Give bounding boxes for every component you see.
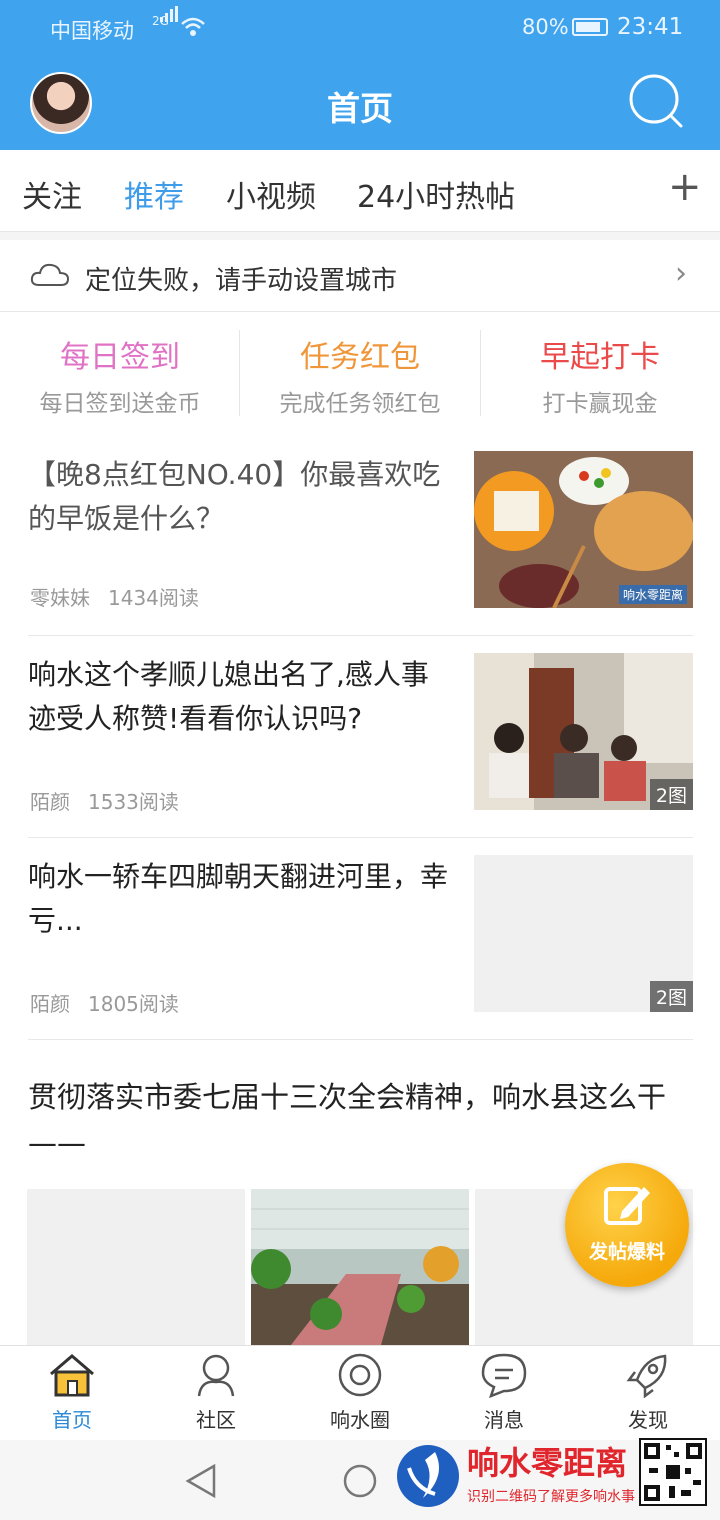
cloud-icon (30, 263, 70, 286)
post-title[interactable]: 贯彻落实市委七届十三次全会精神，响水县这么干—— (28, 1074, 693, 1166)
brand-watermark: 响水零距离 (618, 585, 687, 604)
battery-percent: 80% (522, 15, 569, 39)
post-author: 陌颜 (30, 790, 70, 814)
quick-action-subtitle: 每日签到送金币 (39, 391, 201, 417)
post-title: 响水这个孝顺儿媳出名了,感人事迹受人称赞!看看你认识吗? (28, 658, 429, 735)
image-count-badge: 2图 (649, 981, 693, 1012)
post-image (251, 1189, 469, 1345)
quick-action-subtitle: 打卡赢现金 (542, 391, 658, 417)
wifi-icon (181, 17, 205, 36)
nav-label: 消息 (484, 1408, 524, 1432)
page-title: 首页 (327, 89, 393, 128)
post-meta: 零妹妹 1434阅读 (30, 582, 199, 611)
tab-recommend[interactable]: 推荐 (124, 172, 184, 216)
tab-short-video[interactable]: 小视频 (226, 172, 316, 216)
tab-follow[interactable]: 关注 (22, 172, 82, 216)
nav-label: 首页 (52, 1408, 92, 1432)
watermark-subtitle: 识别二维码了解更多响水事 (467, 1489, 635, 1505)
post-meta: 陌颜 1805阅读 (30, 988, 179, 1017)
app-header: 首页 (0, 55, 720, 150)
bottom-nav: 首页 社区 响水圈 消息 发现 (0, 1345, 720, 1440)
home-icon (50, 1354, 94, 1397)
quick-action-title: 早起打卡 (540, 340, 660, 375)
feed-item[interactable]: 【晚8点红包NO.40】你最喜欢吃的早饭是什么？ 零妹妹 1434阅读 响水零距离 (28, 451, 693, 636)
post-title: 响水一轿车四脚朝天翻进河里，幸亏... (28, 860, 449, 937)
circle-icon (338, 1353, 382, 1397)
status-bar: 中国移动 2G 80% 23:41 (0, 0, 720, 55)
back-icon[interactable] (184, 1463, 218, 1499)
search-icon[interactable] (628, 73, 684, 129)
image-count-badge: 2图 (649, 779, 693, 810)
post-author: 陌颜 (30, 992, 70, 1016)
task-redpacket-button[interactable]: 任务红包 完成任务领红包 (240, 332, 480, 418)
clock: 23:41 (617, 14, 684, 40)
chevron-right-icon: › (675, 256, 687, 291)
rocket-icon (626, 1354, 667, 1399)
quick-action-title: 任务红包 (300, 340, 420, 375)
add-tab-button[interactable]: + (668, 164, 702, 210)
post-author: 零妹妹 (30, 586, 90, 610)
post-image-placeholder (27, 1189, 245, 1345)
divider (0, 232, 720, 240)
greenhouse-image (251, 1189, 469, 1345)
category-tabs: 关注 推荐 小视频 24小时热帖 + (0, 150, 720, 232)
post-reads: 1805阅读 (88, 992, 179, 1016)
quick-action-title: 每日签到 (60, 340, 180, 375)
quick-actions: 每日签到 每日签到送金币 任务红包 完成任务领红包 早起打卡 打卡赢现金 (0, 312, 720, 432)
nav-label: 发现 (628, 1408, 668, 1432)
post-meta: 陌颜 1533阅读 (30, 786, 179, 815)
app-screen: 中国移动 2G 80% 23:41 首页 关注 推荐 小视频 24小时热帖 + (0, 0, 720, 1520)
nav-home[interactable]: 首页 (12, 1352, 132, 1433)
feed-item[interactable]: 响水这个孝顺儿媳出名了,感人事迹受人称赞!看看你认识吗? 陌颜 1533阅读 2图 (28, 653, 693, 838)
nav-discover[interactable]: 发现 (588, 1352, 708, 1433)
battery-icon (572, 18, 608, 36)
brand-watermark-overlay: 响水零距离 识别二维码了解更多响水事 (395, 1436, 715, 1520)
post-title: 【晚8点红包NO.40】你最喜欢吃的早饭是什么？ (28, 458, 441, 535)
quick-action-subtitle: 完成任务领红包 (279, 391, 441, 417)
watermark-title: 响水零距离 (467, 1444, 628, 1482)
nav-messages[interactable]: 消息 (444, 1352, 564, 1433)
location-notice[interactable]: 定位失败，请手动设置城市 › (0, 240, 720, 312)
post-thumbnail-placeholder: 2图 (474, 855, 693, 1012)
post-reads: 1533阅读 (88, 790, 179, 814)
daily-checkin-button[interactable]: 每日签到 每日签到送金币 (0, 332, 240, 418)
fab-label: 发帖爆料 (588, 1241, 665, 1263)
community-icon (197, 1354, 235, 1397)
brand-logo-icon (397, 1445, 459, 1507)
home-button-icon[interactable] (342, 1463, 378, 1499)
early-checkin-button[interactable]: 早起打卡 打卡赢现金 (480, 332, 720, 418)
post-thumbnail: 响水零距离 (474, 451, 693, 608)
tab-24h-hot[interactable]: 24小时热帖 (357, 172, 515, 216)
nav-circle[interactable]: 响水圈 (300, 1352, 420, 1433)
post-report-button[interactable]: 发帖爆料 (565, 1163, 689, 1287)
nav-community[interactable]: 社区 (156, 1352, 276, 1433)
post-reads: 1434阅读 (108, 586, 199, 610)
nav-label: 社区 (196, 1408, 236, 1432)
location-text: 定位失败，请手动设置城市 (85, 266, 398, 296)
carrier-label: 中国移动 (50, 19, 134, 43)
message-icon (481, 1353, 527, 1399)
edit-icon (604, 1187, 650, 1225)
feed-item[interactable]: 响水一轿车四脚朝天翻进河里，幸亏... 陌颜 1805阅读 2图 (28, 855, 693, 1040)
qr-code-icon (639, 1438, 707, 1506)
post-thumbnail: 2图 (474, 653, 693, 810)
nav-label: 响水圈 (330, 1408, 390, 1432)
